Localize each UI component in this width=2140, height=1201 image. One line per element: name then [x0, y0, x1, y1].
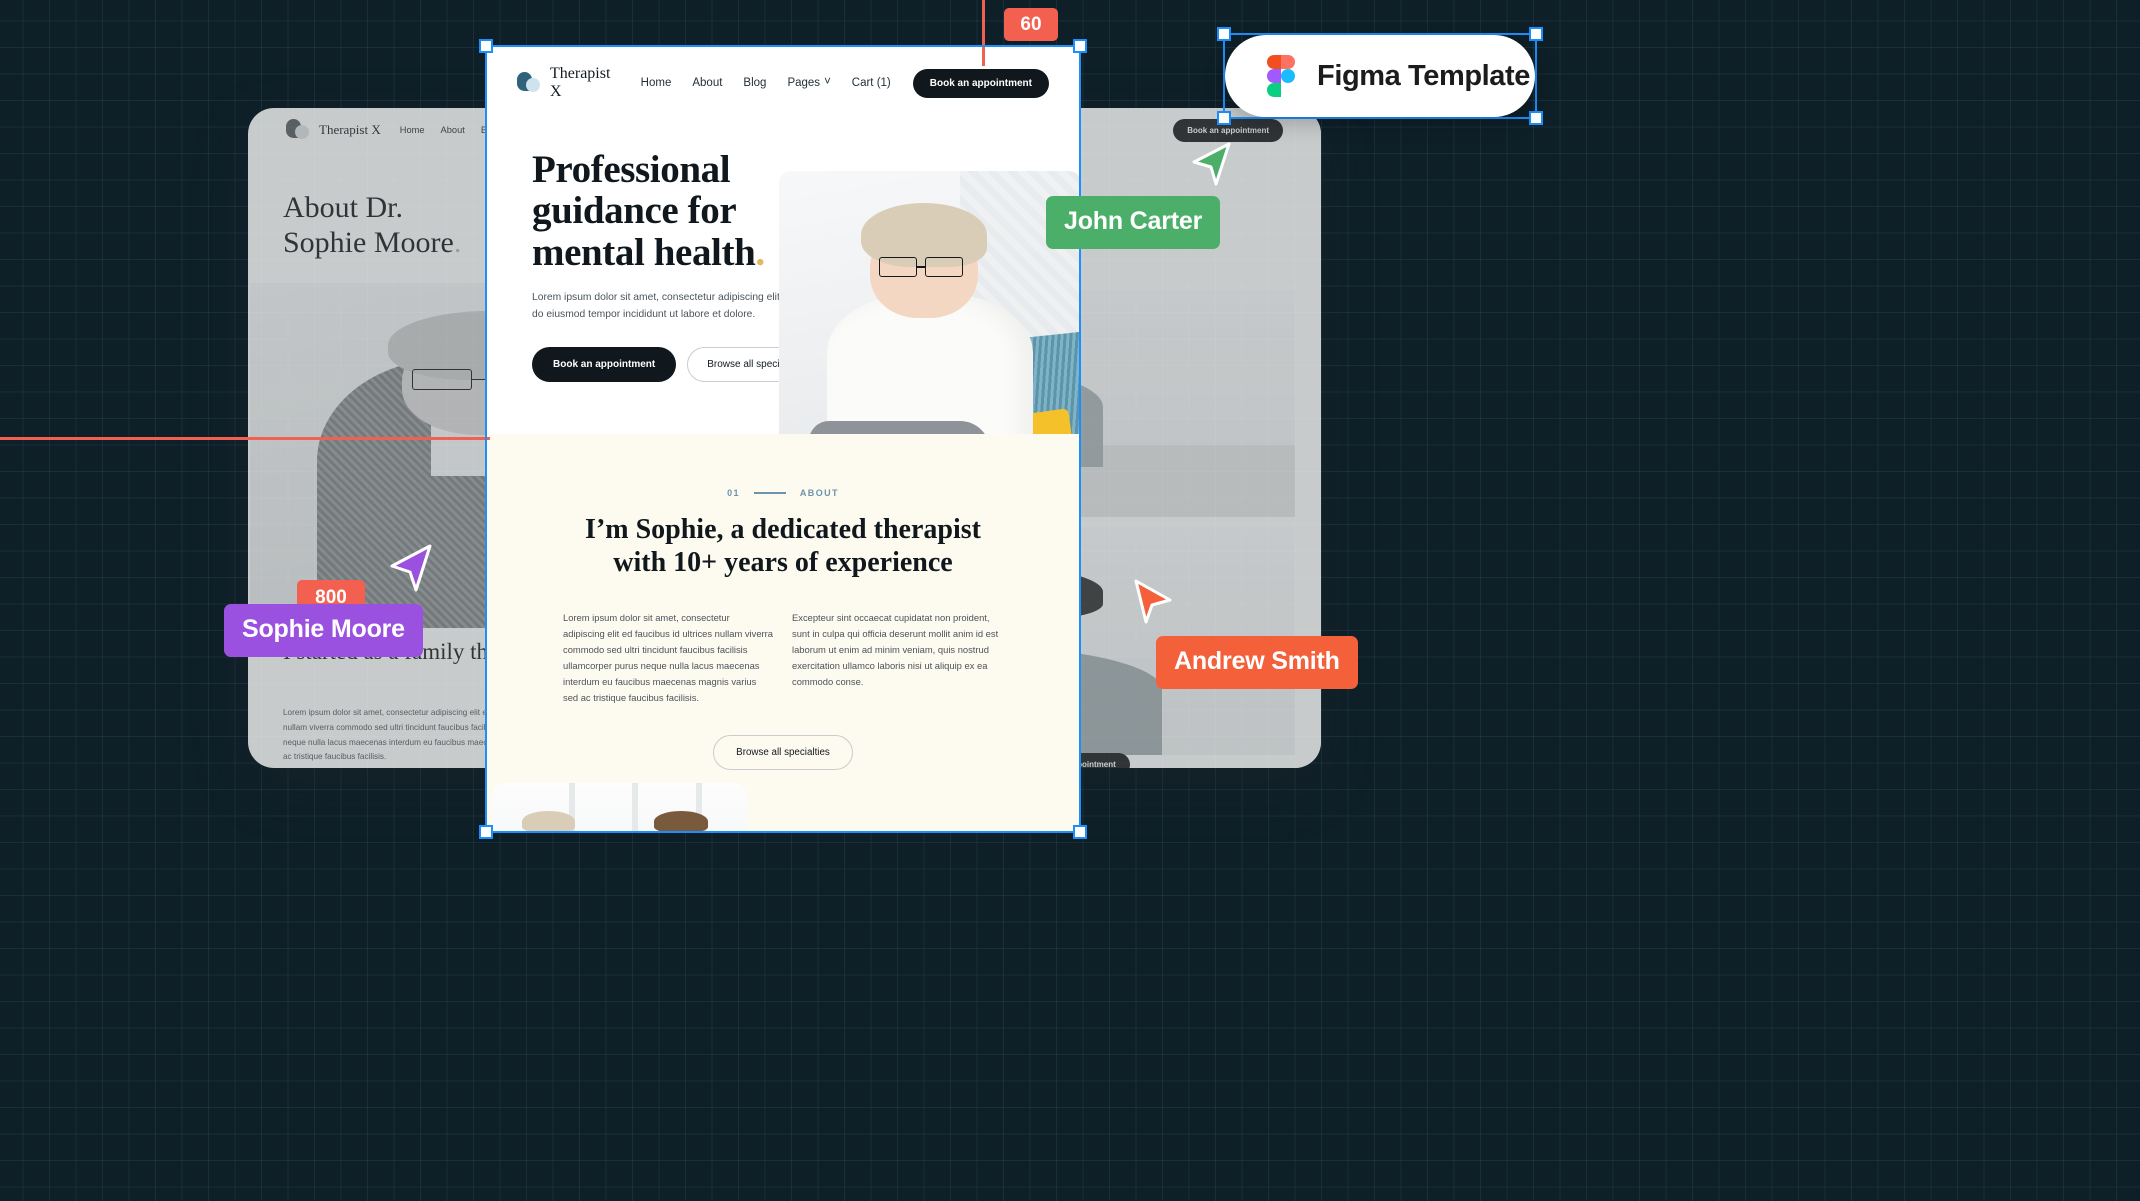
- about-browse-button[interactable]: Browse all specialties: [713, 734, 853, 770]
- hero-heading-line1: Professional: [532, 148, 731, 191]
- about-columns: Lorem ipsum dolor sit amet, consectetur …: [563, 610, 1003, 707]
- heading-dot: .: [453, 225, 462, 259]
- brand-logo-icon: [286, 119, 310, 141]
- cursor-john-carter: [1192, 142, 1231, 186]
- eyebrow-rule: [753, 492, 786, 494]
- main-logo[interactable]: Therapist X: [517, 65, 619, 101]
- hero-paragraph: Lorem ipsum dolor sit amet, consectetur …: [532, 291, 803, 320]
- nav-link-cart[interactable]: Cart (1): [852, 77, 891, 89]
- about-heading-line1: I’m Sophie, a dedicated therapist: [585, 514, 981, 545]
- figma-template-badge[interactable]: Figma Template: [1225, 35, 1535, 117]
- cursor-sophie-moore: [390, 544, 432, 592]
- main-nav: Therapist X Home About Blog Pages ˅ Cart …: [487, 47, 1079, 101]
- book-appointment-button[interactable]: Book an appointment: [912, 68, 1049, 98]
- main-nav-links: Home About Blog Pages ˅ Cart (1): [641, 76, 891, 89]
- bottom-photo: [492, 783, 747, 831]
- nav-link-about[interactable]: About: [692, 77, 722, 89]
- about-eyebrow-number: 01: [727, 488, 740, 498]
- selected-frame-home[interactable]: Therapist X Home About Blog Pages ˅ Cart …: [487, 47, 1079, 831]
- about-column-left: Lorem ipsum dolor sit amet, consectetur …: [563, 611, 773, 704]
- cursor-label-john-carter: John Carter: [1046, 196, 1221, 249]
- chevron-down-icon: ˅: [824, 76, 831, 88]
- about-heading: I’m Sophie, a dedicated therapist with 1…: [487, 514, 1079, 580]
- cursor-andrew-smith: [1134, 579, 1172, 624]
- left-page-logo[interactable]: Therapist X: [286, 119, 381, 141]
- nav-link-home[interactable]: Home: [641, 77, 672, 89]
- hero-heading-line2: guidance for: [532, 189, 737, 233]
- book-appointment-button[interactable]: Book an appointment: [1173, 119, 1283, 142]
- hero-buttons: Book an appointment Browse all specialti…: [532, 347, 823, 383]
- brand-logo-icon: [517, 72, 541, 94]
- cursor-label-sophie-moore: Sophie Moore: [224, 604, 423, 657]
- measurement-badge-60: 60: [1004, 8, 1058, 41]
- hero-heading-line3: mental health: [532, 230, 756, 274]
- nav-link-home[interactable]: Home: [400, 125, 425, 135]
- nav-link-blog[interactable]: Blog: [743, 77, 766, 89]
- about-section: 01 ABOUT I’m Sophie, a dedicated therapi…: [487, 434, 1079, 777]
- hero-heading: Professional guidance for mental health.: [532, 149, 812, 273]
- nav-link-about[interactable]: About: [441, 125, 465, 135]
- cursor-label-andrew-smith: Andrew Smith: [1156, 636, 1358, 689]
- about-eyebrow-label: ABOUT: [799, 488, 839, 498]
- about-heading-line2: with 10+ years of experience: [613, 546, 953, 578]
- hero-section: Professional guidance for mental health.…: [487, 101, 1079, 491]
- about-column-right: Excepteur sint occaecat cupidatat non pr…: [792, 611, 999, 688]
- left-page-heading-line2: Sophie Moore: [283, 225, 454, 259]
- about-cta-wrap: Browse all specialties: [487, 734, 1079, 770]
- left-page-heading: About Dr. Sophie Moore.: [283, 191, 461, 261]
- figma-badge-label: Figma Template: [1317, 59, 1531, 92]
- brand-name: Therapist X: [319, 122, 381, 137]
- nav-link-pages[interactable]: Pages ˅: [787, 76, 831, 89]
- guide-line-vertical-60: [982, 0, 985, 66]
- figma-logo-icon: [1267, 55, 1295, 97]
- guide-line-horizontal-800: [0, 437, 490, 440]
- hero-primary-button[interactable]: Book an appointment: [532, 347, 677, 383]
- left-page-heading-line1: About Dr.: [283, 191, 403, 224]
- bottom-strip: [487, 777, 1079, 831]
- heading-dot: .: [755, 230, 765, 274]
- hero-copy: Professional guidance for mental health.…: [532, 149, 823, 383]
- about-eyebrow: 01 ABOUT: [487, 488, 1079, 498]
- brand-name: Therapist X: [550, 65, 611, 100]
